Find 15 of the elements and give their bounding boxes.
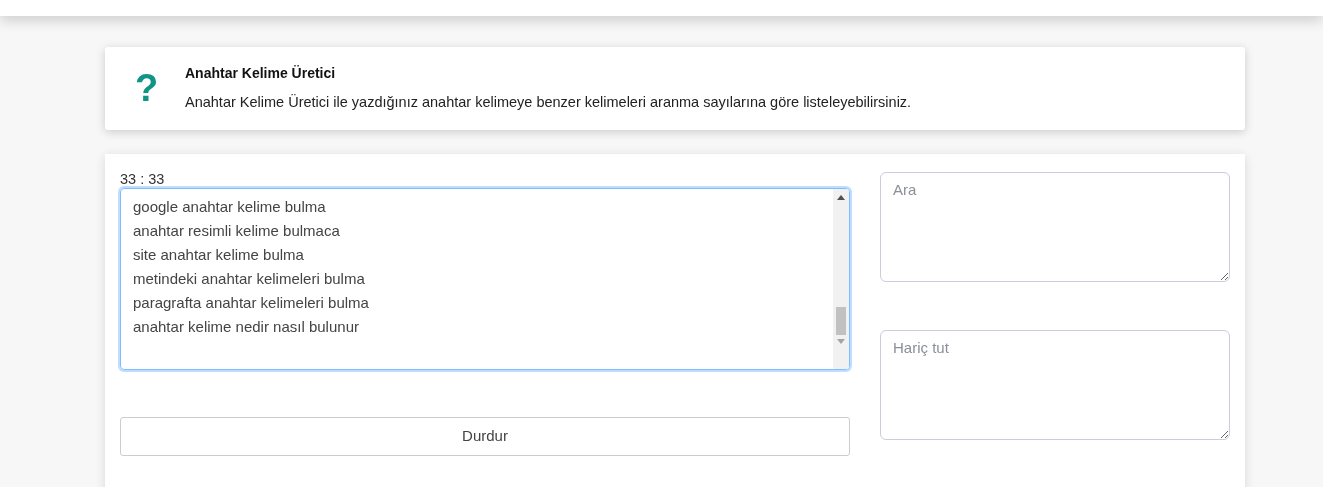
result-line: metindeki anahtar kelimeleri bulma xyxy=(133,269,365,290)
result-line: anahtar resimli kelime bulmaca xyxy=(133,221,340,242)
result-line: anahtar kelime nedir nasıl bulunur xyxy=(133,317,359,338)
search-field[interactable]: Ara xyxy=(880,171,1230,282)
result-line: paragrafta anahtar kelimeleri bulma xyxy=(133,293,369,314)
result-line: site anahtar kelime bulma xyxy=(133,245,304,266)
counter-text: 33 : 33 xyxy=(120,171,166,187)
result-line: google anahtar kelime bulma xyxy=(133,197,326,218)
info-title: Anahtar Kelime Üretici xyxy=(185,64,337,83)
results-field[interactable]: google anahtar kelime bulma anahtar resimli kelime bulmaca site anahtar kelime bulma metindeki anahtar kelimeleri bulma paragrafta anahtar kelimeleri bulma anahtar kelime nedir nasıl bulunur xyxy=(120,188,850,371)
exclude-field[interactable]: Hariç tut xyxy=(880,329,1230,440)
stop-button[interactable]: Durdur xyxy=(120,417,850,456)
scrollbar[interactable] xyxy=(833,189,849,370)
info-description: Anahtar Kelime Üretici ile yazdığınız anahtar kelimeye benzer kelimeleri aranma sayılarına göre listeleyebilirsiniz. xyxy=(185,93,912,112)
help-icon: ? xyxy=(135,69,159,108)
